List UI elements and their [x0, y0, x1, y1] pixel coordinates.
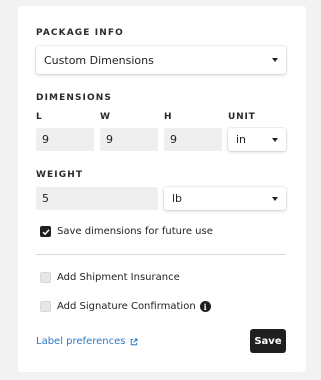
chevron-down-icon [272, 58, 278, 62]
signature-confirmation-checkbox[interactable]: Add Signature Confirmation i [40, 301, 211, 312]
checkbox-unchecked-icon [40, 272, 51, 283]
info-icon[interactable]: i [199, 301, 211, 312]
signature-confirmation-label: Add Signature Confirmation [57, 301, 196, 312]
chevron-down-icon [272, 137, 278, 142]
weight-input[interactable]: 5 [36, 187, 158, 210]
package-info-heading: PACKAGE INFO [36, 28, 124, 38]
checkbox-checked-icon [40, 226, 51, 237]
shipment-insurance-label: Add Shipment Insurance [57, 272, 180, 283]
width-input[interactable]: 9 [100, 128, 158, 151]
weight-unit-value: lb [172, 192, 183, 205]
height-label: H [164, 112, 173, 122]
label-preferences-text: Label preferences [36, 336, 126, 347]
weight-unit-select[interactable]: lb [164, 187, 286, 210]
dimension-unit-value: in [236, 133, 247, 146]
dimensions-heading: DIMENSIONS [36, 93, 112, 103]
shipment-insurance-checkbox[interactable]: Add Shipment Insurance [40, 272, 180, 283]
save-button[interactable]: Save [250, 329, 286, 353]
weight-heading: WEIGHT [36, 170, 84, 180]
unit-label: UNIT [228, 112, 256, 122]
external-link-icon [131, 338, 138, 345]
shipping-form-card: PACKAGE INFO Custom Dimensions DIMENSION… [18, 6, 306, 372]
chevron-down-icon [272, 196, 278, 201]
length-label: L [36, 112, 43, 122]
height-input[interactable]: 9 [164, 128, 222, 151]
divider [36, 254, 286, 255]
save-dimensions-label: Save dimensions for future use [57, 226, 213, 237]
save-dimensions-checkbox[interactable]: Save dimensions for future use [40, 226, 213, 237]
checkbox-unchecked-icon [40, 301, 51, 312]
package-type-select[interactable]: Custom Dimensions [36, 46, 286, 74]
label-preferences-link[interactable]: Label preferences [36, 336, 138, 347]
width-label: W [100, 112, 111, 122]
length-input[interactable]: 9 [36, 128, 94, 151]
dimension-unit-select[interactable]: in [228, 128, 286, 151]
package-type-value: Custom Dimensions [44, 53, 154, 67]
